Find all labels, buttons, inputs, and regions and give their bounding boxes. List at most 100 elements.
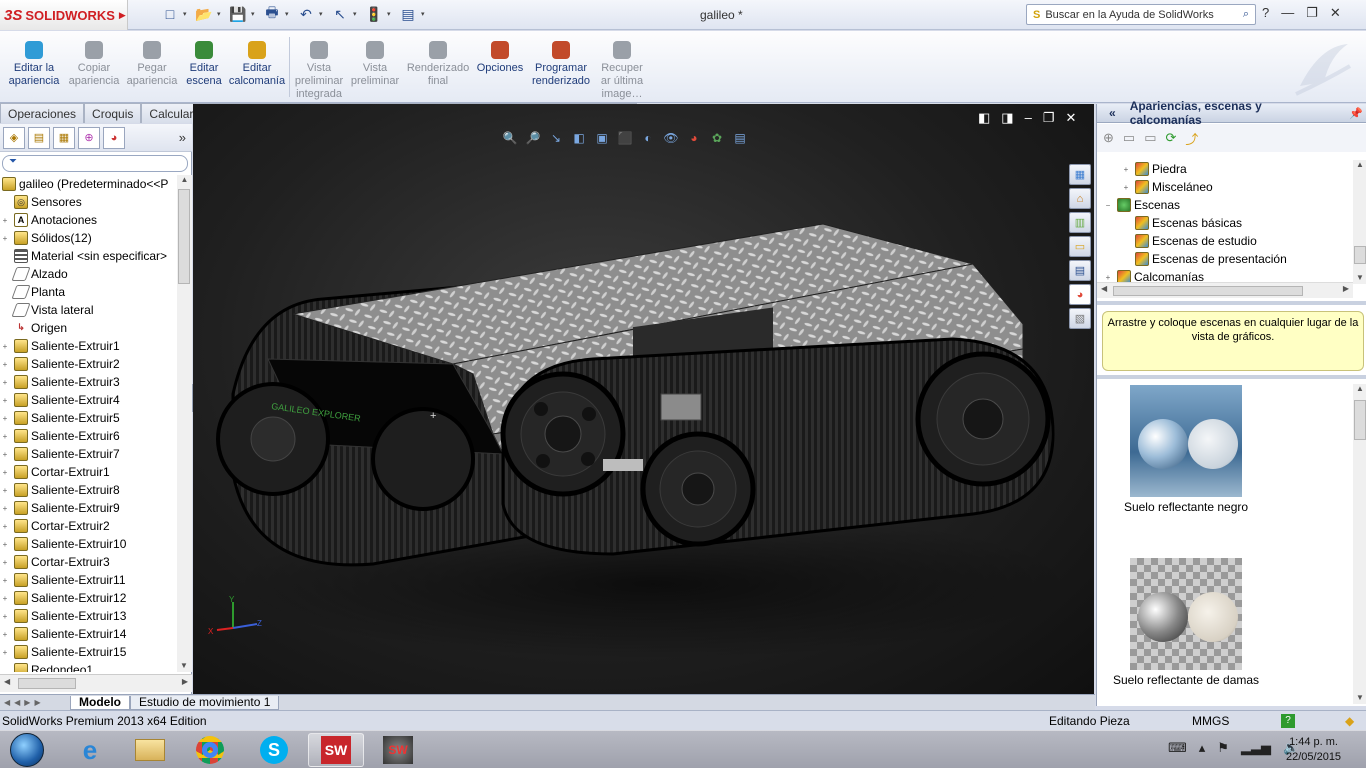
feature-tree-item[interactable]: Material <sin especificar> <box>0 247 177 265</box>
up-level-icon[interactable]: ⤴ <box>1185 129 1198 148</box>
select-icon[interactable]: ↖ <box>330 4 350 24</box>
scroll-right-icon[interactable]: ▶ <box>182 677 188 686</box>
menu-arrow-icon[interactable]: ▶ <box>119 10 126 21</box>
collapse-pane-icon[interactable]: « <box>1109 106 1116 120</box>
refresh-icon[interactable]: ⟳ <box>1166 130 1177 146</box>
ribbon-button-3[interactable]: Editar escena <box>182 41 226 88</box>
dropdown-arrow-icon[interactable]: ▾ <box>387 4 395 24</box>
print-icon[interactable]: 🖶 <box>262 4 282 24</box>
feature-tree-item[interactable]: + A Anotaciones <box>0 211 177 229</box>
scroll-up-icon[interactable]: ▲ <box>1353 160 1366 169</box>
scroll-down-icon[interactable]: ▼ <box>1356 273 1364 282</box>
scroll-thumb[interactable] <box>1354 246 1366 264</box>
expand-toggle-icon[interactable]: + <box>0 342 10 351</box>
help-search-input[interactable]: S Buscar en la Ayuda de SolidWorks ⌕ <box>1026 4 1256 25</box>
solidworks-resources-tab-icon[interactable]: ▦ <box>1069 164 1091 185</box>
appearance-tree-item[interactable]: Escenas de estudio <box>1097 232 1352 250</box>
rebuild-status-icon[interactable]: ◆ <box>1345 714 1354 728</box>
search-icon[interactable]: ⌕ <box>1243 8 1249 21</box>
ribbon-button-0[interactable]: Editar la apariencia <box>4 41 64 88</box>
help-button[interactable]: ? <box>1262 5 1269 21</box>
dimxpert-tab-icon[interactable]: ⊕ <box>78 126 100 149</box>
scroll-right-icon[interactable]: ▶ <box>1343 284 1349 293</box>
expand-toggle-icon[interactable]: + <box>0 432 10 441</box>
system-clock[interactable]: 1:44 p. m. 22/05/2015 <box>1286 735 1341 765</box>
rover-3d-model[interactable]: GALILEO EXPLORER <box>193 104 1094 694</box>
appearance-tree-item[interactable]: + Piedra <box>1097 160 1352 178</box>
custom-properties-tab-icon[interactable]: ▧ <box>1069 308 1091 329</box>
ribbon-button-6[interactable]: Vista preliminar <box>348 41 402 88</box>
feature-tree-item[interactable]: + Saliente-Extruir1 <box>0 337 177 355</box>
open-icon[interactable]: 📂 <box>194 4 214 24</box>
expand-toggle-icon[interactable]: + <box>0 468 10 477</box>
expand-toggle-icon[interactable]: + <box>0 612 10 621</box>
design-library-tab-icon[interactable]: ▥ <box>1069 212 1091 233</box>
feature-tree-item[interactable]: Redondeo1 <box>0 661 177 672</box>
feature-tree-item[interactable]: + Saliente-Extruir5 <box>0 409 177 427</box>
expand-toggle-icon[interactable]: + <box>0 504 10 513</box>
feature-tree-item[interactable]: ◎ Sensores <box>0 193 177 211</box>
thumbnails-scrollbar[interactable]: ▲ ▼ <box>1353 384 1366 704</box>
feature-tree-item[interactable]: + Saliente-Extruir2 <box>0 355 177 373</box>
feature-tree-hscrollbar[interactable]: ◀ ▶ <box>0 674 192 692</box>
close-button[interactable]: ✕ <box>1330 5 1341 21</box>
expand-toggle-icon[interactable]: + <box>0 378 10 387</box>
appearances-scenes-tab-icon[interactable]: ◕ <box>1069 284 1091 305</box>
dropdown-arrow-icon[interactable]: ▾ <box>217 4 225 24</box>
start-button[interactable] <box>2 733 52 767</box>
taskbar-chrome[interactable] <box>182 733 238 767</box>
appearance-tree-item[interactable]: − Escenas <box>1097 196 1352 214</box>
tab-0[interactable]: Operaciones <box>0 103 85 123</box>
display-manager-tab-icon[interactable]: ◕ <box>103 126 125 149</box>
tree-root[interactable]: galileo (Predeterminado<<P <box>0 175 177 193</box>
feature-tree-item[interactable]: + Cortar-Extruir2 <box>0 517 177 535</box>
scroll-up-icon[interactable]: ▲ <box>1353 384 1366 393</box>
options-icon[interactable]: ▤ <box>398 4 418 24</box>
appearances-tree-scrollbar[interactable]: ▲ ▼ <box>1353 160 1366 284</box>
dropdown-arrow-icon[interactable]: ▾ <box>319 4 327 24</box>
configuration-manager-tab-icon[interactable]: ▦ <box>53 126 75 149</box>
ribbon-button-2[interactable]: Pegar apariencia <box>124 41 180 88</box>
dropdown-arrow-icon[interactable]: ▾ <box>421 4 429 24</box>
restore-button[interactable]: ❐ <box>1306 5 1318 21</box>
expand-toggle-icon[interactable]: + <box>0 630 10 639</box>
taskbar-solidworks-launcher[interactable]: SW <box>370 733 426 767</box>
expand-toggle-icon[interactable]: + <box>0 360 10 369</box>
feature-tree-item[interactable]: + Sólidos(12) <box>0 229 177 247</box>
appearances-tree-hscrollbar[interactable]: ◀ ▶ <box>1097 282 1353 298</box>
expand-toggle-icon[interactable]: − <box>1103 201 1113 210</box>
add-folder-icon[interactable]: ▭ <box>1123 130 1135 146</box>
expand-toggle-icon[interactable]: + <box>0 414 10 423</box>
pane-splitter[interactable] <box>1097 375 1366 379</box>
feature-tree-item[interactable]: Planta <box>0 283 177 301</box>
feature-filter-input[interactable]: ⏷ <box>2 155 188 172</box>
feature-tree-item[interactable]: ↳ Origen <box>0 319 177 337</box>
appearance-tree-item[interactable]: Escenas básicas <box>1097 214 1352 232</box>
model-tab-1[interactable]: Estudio de movimiento 1 <box>130 695 280 710</box>
feature-tree-item[interactable]: + Saliente-Extruir4 <box>0 391 177 409</box>
ribbon-button-7[interactable]: Renderizado final <box>404 41 472 88</box>
property-manager-tab-icon[interactable]: ▤ <box>28 126 50 149</box>
ribbon-button-5[interactable]: Vista preliminar integrada <box>292 41 346 101</box>
expand-toggle-icon[interactable]: + <box>0 648 10 657</box>
feature-tree-item[interactable]: + Saliente-Extruir11 <box>0 571 177 589</box>
expand-toggle-icon[interactable]: + <box>1121 165 1131 174</box>
dropdown-arrow-icon[interactable]: ▾ <box>285 4 293 24</box>
ribbon-button-1[interactable]: Copiar apariencia <box>66 41 122 88</box>
taskbar-solidworks[interactable]: SW <box>308 733 364 767</box>
expand-toggle-icon[interactable]: + <box>0 486 10 495</box>
expand-toggle-icon[interactable]: + <box>0 216 10 225</box>
expand-toggle-icon[interactable]: + <box>0 450 10 459</box>
taskbar-internet-explorer[interactable]: e <box>62 733 118 767</box>
action-center-flag-icon[interactable]: ⚑ <box>1217 740 1229 756</box>
expand-toggle-icon[interactable]: + <box>0 540 10 549</box>
keyboard-icon[interactable]: ⌨ <box>1168 740 1187 756</box>
dropdown-arrow-icon[interactable]: ▾ <box>183 4 191 24</box>
add-file-location-icon[interactable]: ⊕ <box>1103 130 1114 146</box>
feature-tree-item[interactable]: + Saliente-Extruir7 <box>0 445 177 463</box>
minimize-button[interactable]: — <box>1281 5 1294 21</box>
expand-toggle-icon[interactable]: + <box>0 576 10 585</box>
scroll-up-icon[interactable]: ▲ <box>177 175 192 184</box>
expand-toggle-icon[interactable]: + <box>1103 273 1113 282</box>
feature-tree-item[interactable]: + Saliente-Extruir10 <box>0 535 177 553</box>
